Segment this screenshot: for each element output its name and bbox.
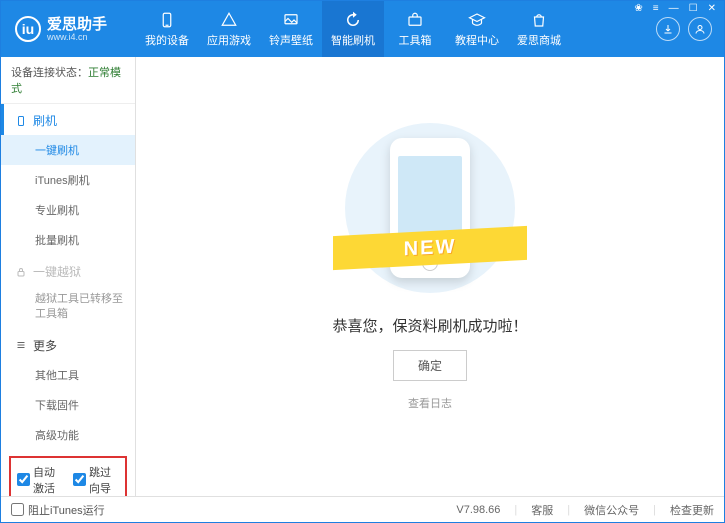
nav-toolbox[interactable]: 工具箱 — [384, 1, 446, 57]
support-link[interactable]: 客服 — [531, 502, 553, 518]
wallpaper-icon — [282, 11, 300, 29]
nav-apps[interactable]: 应用游戏 — [198, 1, 260, 57]
download-icon — [662, 23, 674, 35]
app-window: ❀ ≡ — ☐ ✕ iu 爱思助手 www.i4.cn 我的设备 应用游戏 铃声 — [0, 0, 725, 523]
maximize-button[interactable]: ☐ — [687, 3, 700, 14]
brand-name: 爱思助手 — [47, 17, 107, 32]
footer: 阻止iTunes运行 V7.98.66 | 客服 | 微信公众号 | 检查更新 — [1, 496, 724, 522]
sidebar-item-othertools[interactable]: 其他工具 — [1, 360, 135, 390]
logo-icon: iu — [15, 16, 41, 42]
toolbox-icon — [406, 11, 424, 29]
close-button[interactable]: ✕ — [706, 3, 718, 14]
checkbox-skip-guide[interactable]: 跳过向导 — [73, 464, 119, 496]
store-icon — [530, 11, 548, 29]
menu-icon[interactable]: ≡ — [651, 3, 661, 14]
sidebar-item-advanced[interactable]: 高级功能 — [1, 420, 135, 450]
refresh-icon — [344, 11, 362, 29]
options-box: 自动激活 跳过向导 — [9, 456, 127, 496]
nav-my-device[interactable]: 我的设备 — [136, 1, 198, 57]
phone-illustration: NEW — [345, 123, 515, 293]
user-button[interactable] — [688, 17, 712, 41]
brand-url: www.i4.cn — [47, 32, 107, 42]
user-icon — [694, 23, 706, 35]
check-update-link[interactable]: 检查更新 — [670, 502, 714, 518]
sidebar-item-download-fw[interactable]: 下载固件 — [1, 390, 135, 420]
nav-store[interactable]: 爱思商城 — [508, 1, 570, 57]
checkbox-auto-activate[interactable]: 自动激活 — [17, 464, 63, 496]
success-message: 恭喜您，保资料刷机成功啦！ — [332, 315, 527, 336]
minimize-button[interactable]: — — [667, 3, 681, 14]
logo[interactable]: iu 爱思助手 www.i4.cn — [1, 16, 136, 42]
sidebar-item-oneclick[interactable]: 一键刷机 — [1, 135, 135, 165]
lock-icon — [15, 266, 27, 278]
body: 设备连接状态：正常模式 刷机 一键刷机 iTunes刷机 专业刷机 批量刷机 一… — [1, 57, 724, 496]
list-icon — [15, 339, 27, 351]
header: iu 爱思助手 www.i4.cn 我的设备 应用游戏 铃声壁纸 智能刷机 — [1, 1, 724, 57]
header-right — [656, 17, 724, 41]
device-status: 设备连接状态：正常模式 — [1, 57, 135, 104]
sidebar: 设备连接状态：正常模式 刷机 一键刷机 iTunes刷机 专业刷机 批量刷机 一… — [1, 57, 136, 496]
new-ribbon: NEW — [333, 225, 527, 269]
settings-icon[interactable]: ❀ — [632, 3, 644, 14]
nav-tutorials[interactable]: 教程中心 — [446, 1, 508, 57]
section-flash[interactable]: 刷机 — [1, 104, 135, 135]
wechat-link[interactable]: 微信公众号 — [584, 502, 639, 518]
footer-right: V7.98.66 | 客服 | 微信公众号 | 检查更新 — [456, 502, 714, 518]
section-jailbreak: 一键越狱 — [1, 255, 135, 286]
apps-icon — [220, 11, 238, 29]
main-nav: 我的设备 应用游戏 铃声壁纸 智能刷机 工具箱 教程中心 — [136, 1, 656, 57]
section-more[interactable]: 更多 — [1, 329, 135, 360]
nav-flash[interactable]: 智能刷机 — [322, 1, 384, 57]
window-controls: ❀ ≡ — ☐ ✕ — [632, 3, 718, 14]
main-content: NEW 恭喜您，保资料刷机成功啦！ 确定 查看日志 — [136, 57, 724, 496]
nav-ringtones[interactable]: 铃声壁纸 — [260, 1, 322, 57]
phone-icon — [158, 11, 176, 29]
sidebar-item-pro[interactable]: 专业刷机 — [1, 195, 135, 225]
checkbox-block-itunes[interactable]: 阻止iTunes运行 — [11, 502, 105, 518]
ok-button[interactable]: 确定 — [393, 350, 467, 381]
sidebar-item-batch[interactable]: 批量刷机 — [1, 225, 135, 255]
phone-icon — [15, 115, 27, 127]
sidebar-item-itunes[interactable]: iTunes刷机 — [1, 165, 135, 195]
view-log-link[interactable]: 查看日志 — [408, 395, 452, 411]
download-button[interactable] — [656, 17, 680, 41]
jailbreak-note: 越狱工具已转移至 工具箱 — [1, 286, 135, 329]
version-label: V7.98.66 — [456, 504, 500, 516]
graduation-icon — [468, 11, 486, 29]
